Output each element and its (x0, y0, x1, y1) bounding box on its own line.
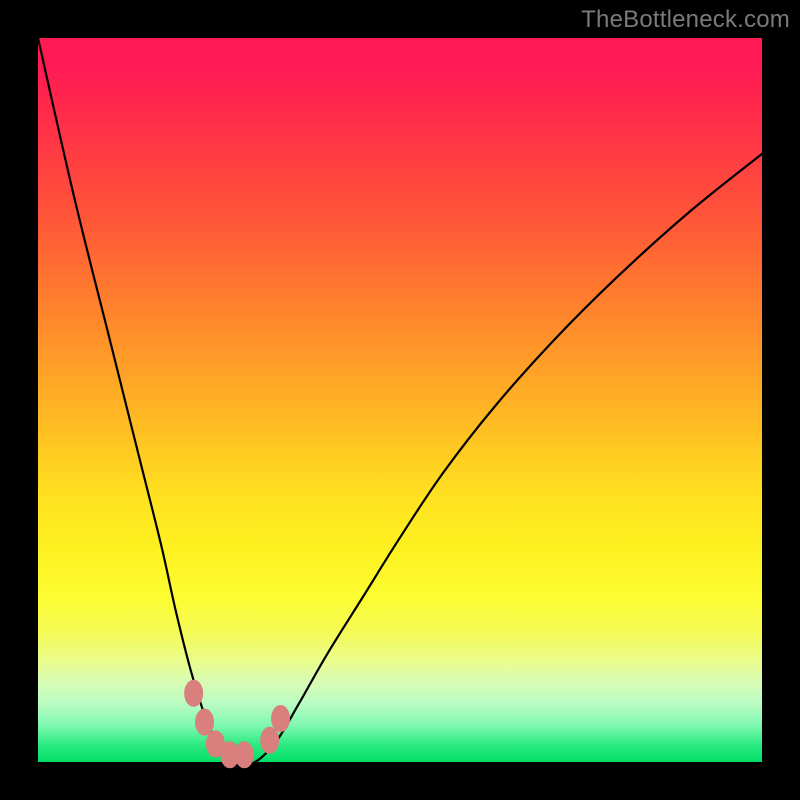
watermark-text: TheBottleneck.com (581, 6, 790, 34)
curve-marker (235, 742, 253, 768)
chart-svg (38, 38, 762, 762)
chart-frame: TheBottleneck.com (0, 0, 800, 800)
curve-marker (261, 727, 279, 753)
chart-plot-area (38, 38, 762, 762)
curve-marker (185, 680, 203, 706)
bottleneck-curve (38, 38, 762, 764)
curve-marker (196, 709, 214, 735)
curve-markers (185, 680, 290, 768)
curve-marker (272, 706, 290, 732)
